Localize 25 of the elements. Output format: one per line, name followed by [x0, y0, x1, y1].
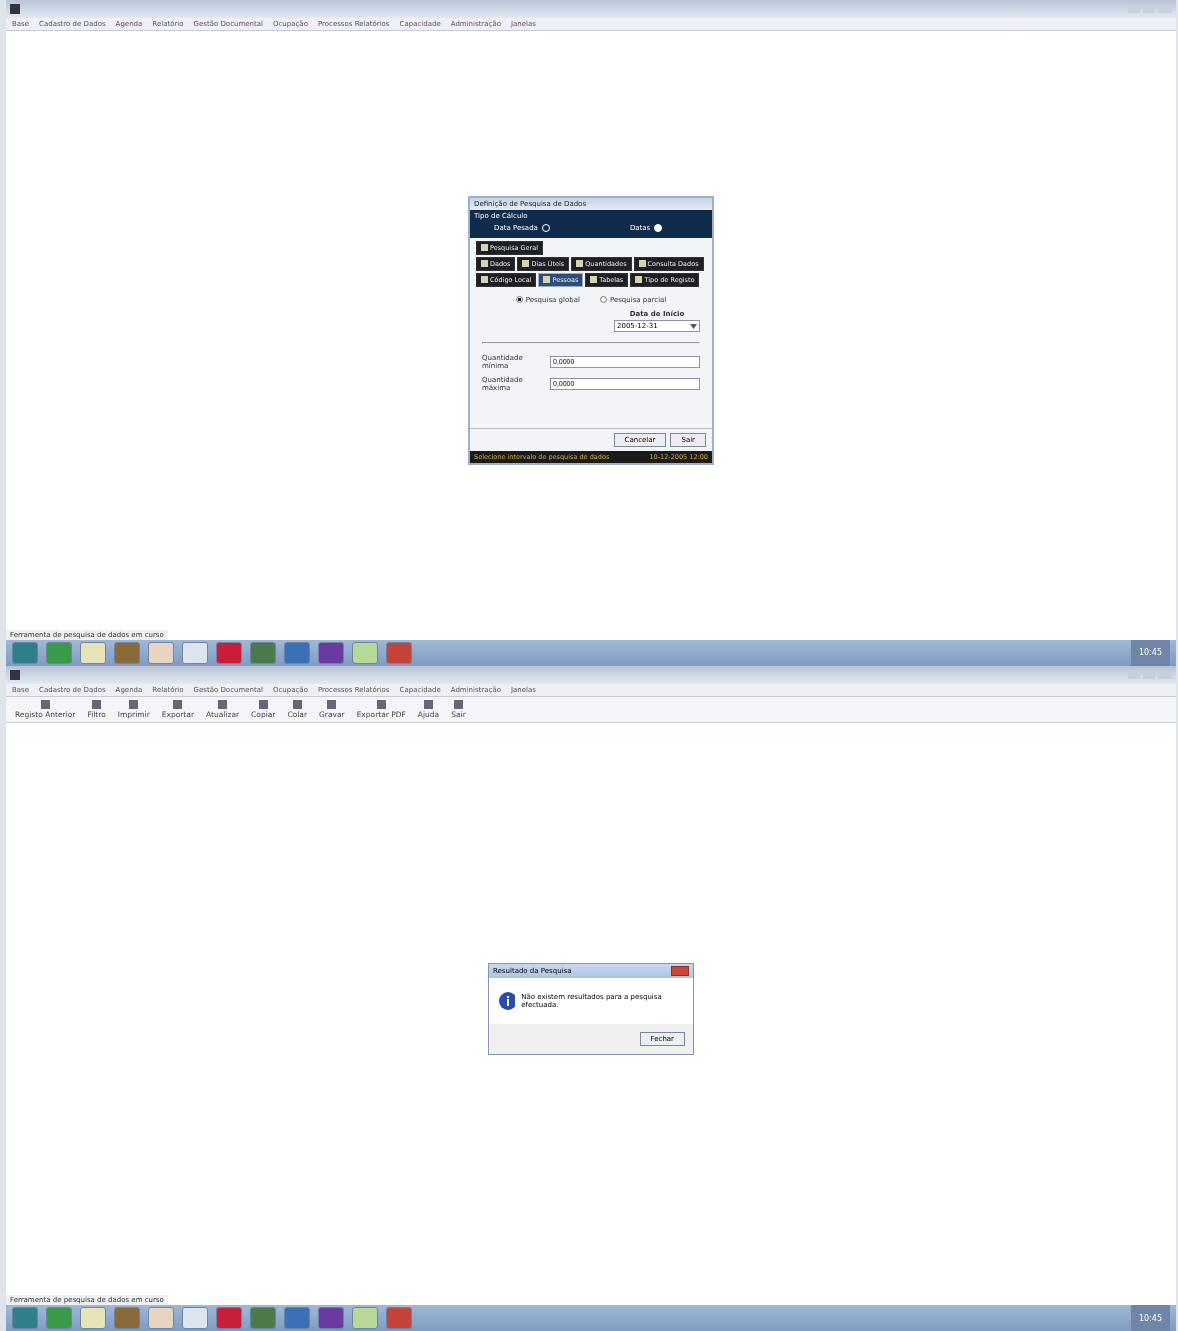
caret-icon: [690, 321, 697, 330]
clock: 10:45: [1138, 648, 1162, 657]
app-icon: [10, 669, 20, 680]
taskbar-app-icon[interactable]: [318, 1307, 344, 1329]
info-icon: [499, 991, 516, 1010]
taskbar-app-icon[interactable]: [182, 641, 208, 664]
taskbar-app-icon[interactable]: [12, 641, 38, 664]
taskbar-app-icon[interactable]: [148, 641, 174, 664]
taskbar-app-icon[interactable]: [80, 1307, 106, 1329]
taskbar-app-icon[interactable]: [352, 641, 378, 664]
taskbar-app-icon[interactable]: [114, 641, 140, 664]
taskbar-app-icon[interactable]: [148, 1307, 174, 1329]
taskbar-app-icon[interactable]: [46, 641, 72, 664]
taskbar-app-icon[interactable]: [250, 641, 276, 664]
taskbar-app-icon[interactable]: [216, 641, 242, 664]
taskbar-app-icon[interactable]: [216, 1307, 242, 1329]
clock: 10:45: [1138, 1313, 1162, 1323]
taskbar-app-icon[interactable]: [182, 1307, 208, 1329]
taskbar-app-icon[interactable]: [318, 641, 344, 664]
taskbar-app-icon[interactable]: [386, 641, 412, 664]
taskbar-app-icon[interactable]: [284, 641, 310, 664]
close-button[interactable]: [671, 965, 689, 976]
taskbar-app-icon[interactable]: [80, 641, 106, 664]
app-icon: [10, 4, 20, 14]
taskbar-app-icon[interactable]: [352, 1307, 378, 1329]
